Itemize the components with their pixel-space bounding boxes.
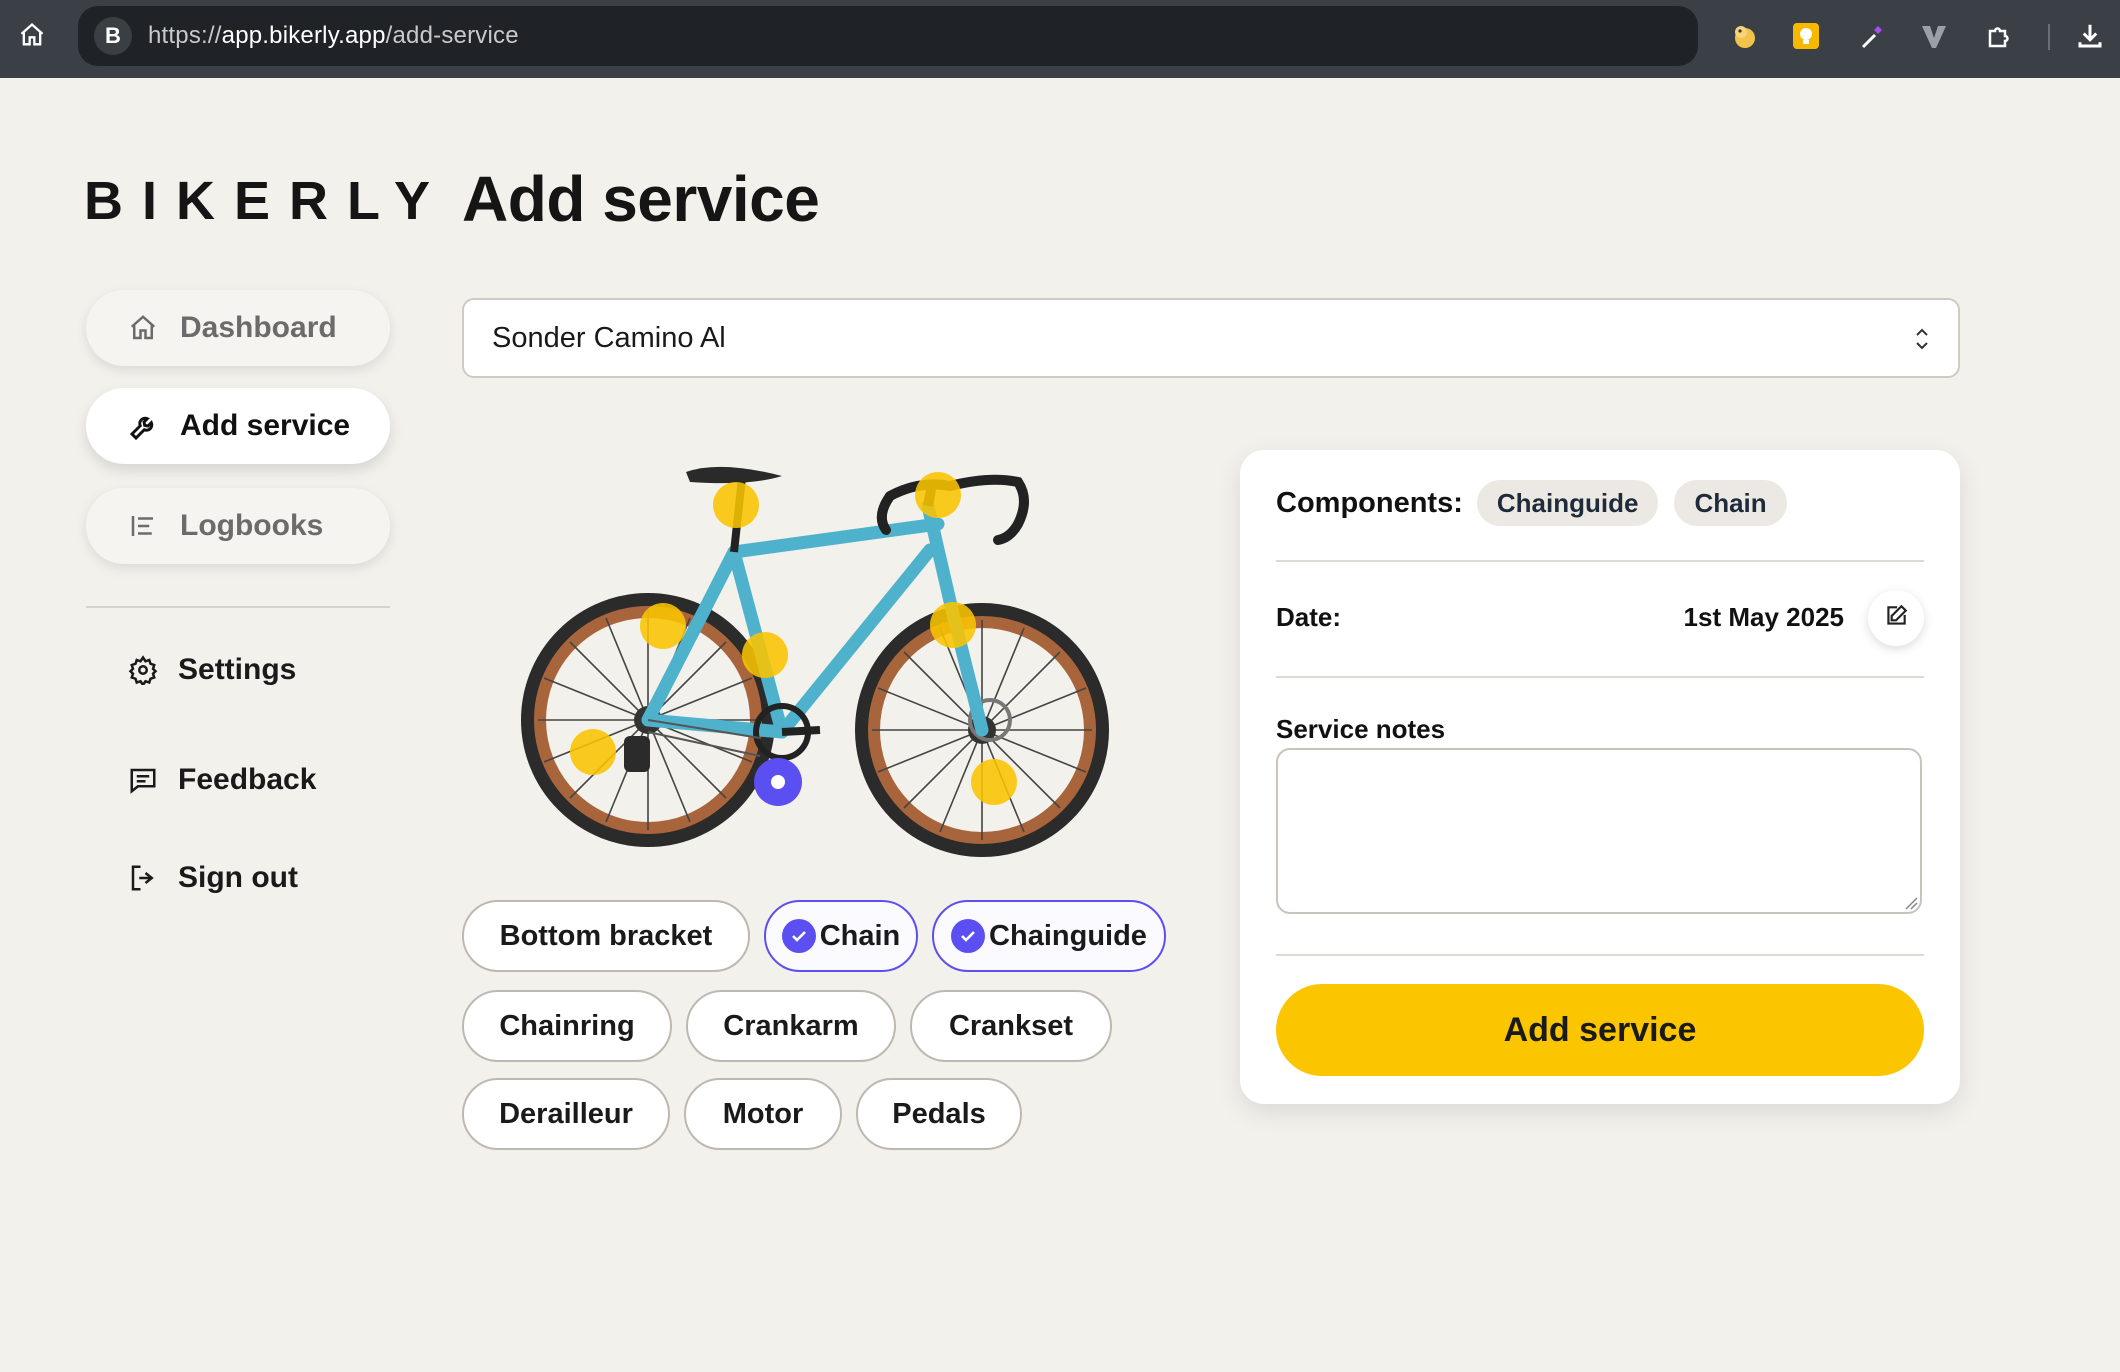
- nav-sign-out[interactable]: Sign out: [128, 856, 298, 900]
- card-divider: [1276, 560, 1924, 562]
- chip-label: Bottom bracket: [499, 919, 713, 952]
- check-icon: [951, 919, 986, 953]
- chip-chainguide[interactable]: Chainguide: [932, 900, 1166, 972]
- chip-crankarm[interactable]: Crankarm: [686, 990, 896, 1062]
- chip-pedals[interactable]: Pedals: [856, 1078, 1022, 1150]
- chip-label: Motor: [722, 1097, 804, 1130]
- chip-label: Derailleur: [499, 1097, 633, 1130]
- page-title: Add service: [462, 163, 820, 235]
- nav-feedback-label: Feedback: [178, 763, 317, 796]
- chip-label: Chain: [819, 919, 901, 952]
- nav-add-service-label: Add service: [180, 409, 351, 442]
- hotspot-fork[interactable]: [930, 602, 976, 648]
- bike-diagram: [520, 420, 1120, 880]
- component-tag-chain: Chain: [1674, 480, 1787, 526]
- chip-label: Chainring: [499, 1009, 635, 1042]
- chip-motor[interactable]: Motor: [684, 1078, 842, 1150]
- chevron-updown-icon: [1912, 324, 1932, 362]
- card-divider: [1276, 676, 1924, 678]
- chip-label: Crankset: [948, 1009, 1074, 1042]
- nav-dashboard[interactable]: Dashboard: [86, 290, 390, 366]
- nav-logbooks-label: Logbooks: [180, 509, 324, 542]
- chip-chain[interactable]: Chain: [764, 900, 918, 972]
- extension-eyedropper-icon[interactable]: [1852, 14, 1892, 58]
- edit-date-button[interactable]: [1868, 590, 1924, 646]
- chip-crankset[interactable]: Crankset: [910, 990, 1112, 1062]
- extension-duck-icon[interactable]: [1724, 14, 1764, 58]
- extensions-puzzle-icon[interactable]: [1980, 14, 2020, 58]
- extension-bulb-icon[interactable]: [1786, 14, 1826, 58]
- url-host: app.bikerly.app: [221, 22, 386, 49]
- component-tag-chainguide: Chainguide: [1476, 480, 1659, 526]
- hotspot-front-wheel[interactable]: [971, 759, 1017, 805]
- resize-grip-icon[interactable]: [1904, 896, 1918, 915]
- chip-label: Chainguide: [989, 919, 1147, 952]
- hotspot-saddle[interactable]: [713, 482, 759, 528]
- add-service-submit-button[interactable]: Add service: [1276, 984, 1924, 1076]
- components-label: Components:: [1276, 486, 1463, 519]
- browser-toolbar: B https://app.bikerly.app/add-service: [0, 0, 2120, 78]
- site-favicon-icon: B: [94, 17, 132, 55]
- check-icon: [781, 919, 816, 953]
- logout-icon: [128, 863, 164, 893]
- nav-feedback[interactable]: Feedback: [128, 758, 316, 802]
- bike-select[interactable]: Sonder Camino Al: [462, 298, 1960, 378]
- hotspot-frame[interactable]: [742, 632, 788, 678]
- service-notes-label: Service notes: [1276, 714, 1446, 744]
- chip-bottom-bracket[interactable]: Bottom bracket: [462, 900, 750, 972]
- url-path: /add-service: [385, 22, 519, 49]
- chip-label: Pedals: [892, 1097, 986, 1130]
- bike-select-value: Sonder Camino Al: [492, 321, 726, 354]
- list-icon: [128, 511, 168, 541]
- address-bar[interactable]: B https://app.bikerly.app/add-service: [78, 6, 1698, 66]
- message-icon: [128, 765, 164, 795]
- chip-chainring[interactable]: Chainring: [462, 990, 672, 1062]
- sidebar-divider: [86, 606, 390, 608]
- chip-label: Crankarm: [723, 1009, 859, 1042]
- hotspot-rear-brake[interactable]: [640, 603, 686, 649]
- selected-components-row: Components: Chainguide Chain: [1276, 480, 1803, 526]
- nav-logbooks[interactable]: Logbooks: [86, 488, 390, 564]
- nav-settings[interactable]: Settings: [128, 648, 296, 692]
- chip-derailleur[interactable]: Derailleur: [462, 1078, 670, 1150]
- nav-sign-out-label: Sign out: [178, 861, 298, 894]
- extension-v-icon[interactable]: [1914, 14, 1954, 58]
- edit-icon: [1883, 603, 1909, 634]
- home-icon: [128, 313, 168, 343]
- brand-logo[interactable]: BIKERLY: [84, 170, 449, 232]
- service-notes-input[interactable]: [1276, 748, 1922, 914]
- date-label: Date:: [1276, 602, 1342, 632]
- card-divider: [1276, 954, 1924, 956]
- toolbar-separator: [2048, 24, 2050, 50]
- bike-illustration: [521, 466, 1109, 857]
- gear-icon: [128, 655, 164, 685]
- hotspot-rear-derailleur[interactable]: [570, 729, 616, 775]
- browser-home-icon[interactable]: [12, 14, 52, 56]
- service-card: Components: Chainguide Chain Date: 1st M…: [1240, 450, 1960, 1104]
- hotspot-chain-selected[interactable]: [754, 758, 802, 806]
- hotspot-handlebar[interactable]: [915, 472, 961, 518]
- date-value: 1st May 2025: [1683, 602, 1844, 632]
- url-text[interactable]: https://app.bikerly.app/add-service: [148, 22, 519, 50]
- url-scheme: https://: [148, 22, 222, 49]
- nav-dashboard-label: Dashboard: [180, 311, 337, 344]
- nav-settings-label: Settings: [178, 653, 297, 686]
- nav-add-service[interactable]: Add service: [86, 388, 390, 464]
- download-icon[interactable]: [2070, 14, 2110, 58]
- wrench-icon: [128, 410, 168, 442]
